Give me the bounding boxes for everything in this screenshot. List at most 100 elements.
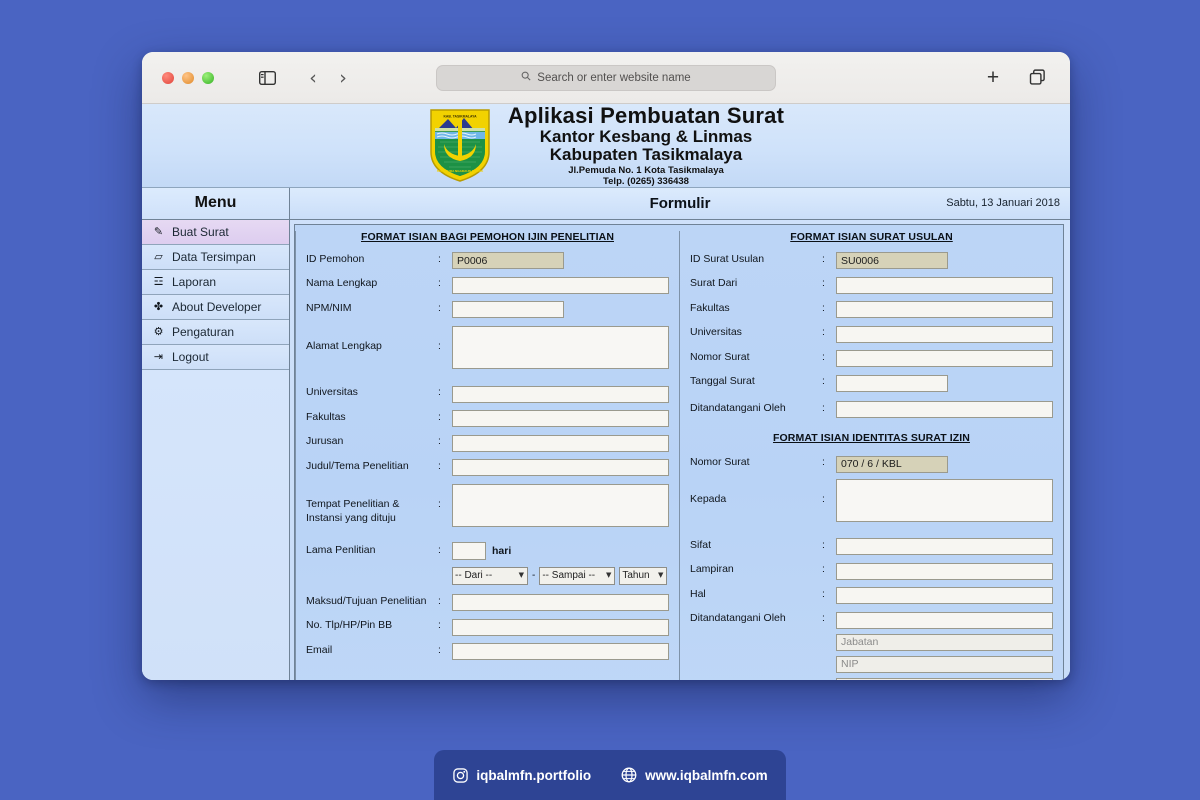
back-icon[interactable]: ‹ — [302, 67, 324, 89]
field-label: Tempat Penelitian & Instansi yang dituju — [306, 498, 400, 524]
field-label: Kepada — [690, 492, 727, 505]
field-label: Alamat Lengkap — [306, 340, 382, 353]
field-row-nomor-surat-izin: Nomor Surat : — [690, 454, 1053, 473]
website-label: www.iqbalmfn.com — [645, 767, 768, 783]
field-colon: : — [438, 498, 441, 511]
nip-input[interactable] — [836, 655, 1053, 673]
sidebar-item-buat-surat[interactable]: ✎ Buat Surat — [142, 219, 289, 245]
field-label: ID Surat Usulan — [690, 252, 765, 265]
email-input[interactable] — [452, 643, 669, 661]
instagram-label: iqbalmfn.portfolio — [476, 767, 592, 783]
surat-dari-input[interactable] — [836, 276, 1053, 294]
nama-lengkap-input[interactable] — [452, 276, 669, 294]
field-row-fakultas: Fakultas : — [306, 409, 669, 428]
field-row-fakultas-surat: Fakultas : — [690, 300, 1053, 319]
search-icon — [521, 71, 531, 84]
field-label: Lama Penlitian — [306, 544, 376, 557]
forward-icon[interactable]: › — [332, 67, 354, 89]
id-pemohon-input[interactable] — [452, 252, 564, 270]
instagram-handle: iqbalmfn.portfolio — [452, 767, 591, 783]
alamat-lengkap-textarea[interactable] — [452, 326, 669, 370]
ditandatangani-usulan-input[interactable] — [836, 401, 1053, 419]
field-row-telepon: No. Tlp/HP/Pin BB : — [306, 617, 669, 636]
app-title: Aplikasi Pembuatan Surat — [507, 103, 785, 128]
id-surat-usulan-input[interactable] — [836, 252, 948, 270]
ditandatangani-izin-input[interactable] — [836, 611, 1053, 629]
field-colon: : — [438, 277, 441, 290]
field-colon: : — [438, 252, 441, 265]
edit-icon: ✎ — [153, 225, 164, 239]
applicant-section-title: FORMAT ISIAN BAGI PEMOHON IJIN PENELITIA… — [361, 230, 614, 243]
sidebar-item-logout[interactable]: ⇥ Logout — [142, 344, 289, 370]
field-label: Nomor Surat — [690, 456, 750, 469]
dari-select[interactable]: -- Dari -- — [452, 566, 528, 585]
field-row-email: Email : — [306, 642, 669, 661]
minimize-button[interactable] — [182, 71, 194, 84]
lama-penelitian-input[interactable] — [452, 542, 486, 561]
current-date: Sabtu, 13 Januari 2018 — [946, 197, 1060, 210]
universitas-input[interactable] — [452, 385, 669, 403]
close-button[interactable] — [162, 71, 174, 84]
field-label: Jurusan — [306, 435, 344, 448]
pangkat-input[interactable] — [836, 677, 1053, 680]
fakultas-surat-input[interactable] — [836, 301, 1053, 319]
izin-section-title: FORMAT ISIAN IDENTITAS SURAT IZIN — [773, 432, 970, 445]
sidebar-item-data-tersimpan[interactable]: ▱ Data Tersimpan — [142, 244, 289, 270]
npm-nim-input[interactable] — [452, 301, 564, 319]
field-colon: : — [438, 643, 441, 656]
field-colon: : — [822, 277, 825, 290]
sifat-input[interactable] — [836, 538, 1053, 556]
fakultas-input[interactable] — [452, 410, 669, 428]
sidebar-item-pengaturan[interactable]: ⚙ Pengaturan — [142, 319, 289, 345]
field-row-tempat-penelitian: Tempat Penelitian & Instansi yang dituju… — [306, 484, 669, 532]
sidebar-item-label: Pengaturan — [172, 324, 235, 339]
field-label: Ditandatangani Oleh — [690, 612, 786, 625]
browser-toolbar: ‹ › Search or enter website name + — [142, 52, 1070, 104]
field-label: Email — [306, 643, 333, 656]
nomor-surat-usulan-input[interactable] — [836, 350, 1053, 368]
field-row-lama-penelitian: Lama Penlitian : hari -- Dari -- ▼ - -- … — [306, 542, 669, 585]
sidebar-item-laporan[interactable]: ☲ Laporan — [142, 269, 289, 295]
field-label: NPM/NIM — [306, 301, 352, 314]
judul-tema-input[interactable] — [452, 459, 669, 477]
hal-input[interactable] — [836, 587, 1053, 605]
toolbar-right: + — [980, 65, 1050, 91]
maximize-button[interactable] — [202, 71, 214, 84]
field-label: ID Pemohon — [306, 252, 365, 265]
new-tab-icon[interactable]: + — [980, 65, 1006, 91]
website-link: www.iqbalmfn.com — [621, 767, 768, 783]
field-colon: : — [822, 301, 825, 314]
folder-icon: ▱ — [154, 250, 163, 264]
field-colon: : — [438, 594, 441, 607]
maksud-tujuan-input[interactable] — [452, 594, 669, 612]
sampai-select[interactable]: -- Sampai -- — [539, 566, 616, 585]
sidebar-toggle-icon[interactable] — [254, 65, 280, 91]
field-colon: : — [822, 326, 825, 339]
jurusan-input[interactable] — [452, 434, 669, 452]
sidebar-filler — [142, 369, 289, 680]
globe-icon — [621, 767, 637, 783]
sidebar-item-label: Laporan — [172, 274, 217, 289]
field-colon: : — [438, 301, 441, 314]
window-controls[interactable] — [162, 71, 214, 84]
tanggal-surat-input[interactable] — [836, 374, 948, 392]
sidebar-item-about-developer[interactable]: ✤ About Developer — [142, 294, 289, 320]
tab-overview-icon[interactable] — [1024, 65, 1050, 91]
usulan-section-title: FORMAT ISIAN SURAT USULAN — [790, 230, 953, 243]
address-bar[interactable]: Search or enter website name — [436, 64, 776, 91]
app-body: Menu ✎ Buat Surat ▱ Data Tersimpan ☲ Lap… — [142, 187, 1070, 680]
nomor-surat-izin-input[interactable] — [836, 455, 948, 473]
kepada-textarea[interactable] — [836, 478, 1053, 522]
jabatan-input[interactable] — [836, 633, 1053, 651]
field-colon: : — [822, 252, 825, 265]
tahun-select[interactable]: Tahun — [619, 566, 668, 585]
app-subtitle-2: Kabupaten Tasikmalaya — [549, 145, 743, 165]
universitas-surat-input[interactable] — [836, 325, 1053, 343]
tempat-penelitian-textarea[interactable] — [452, 484, 669, 528]
field-label: Universitas — [690, 326, 742, 339]
telepon-input[interactable] — [452, 618, 669, 636]
regency-crest-logo: KAB. TASIKMALAYA SUKAPURA NGADAUN NGORA — [430, 109, 490, 183]
lampiran-input[interactable] — [836, 562, 1053, 580]
applicant-form-column: FORMAT ISIAN BAGI PEMOHON IJIN PENELITIA… — [295, 230, 679, 680]
nav-buttons[interactable]: ‹ › — [302, 67, 354, 89]
